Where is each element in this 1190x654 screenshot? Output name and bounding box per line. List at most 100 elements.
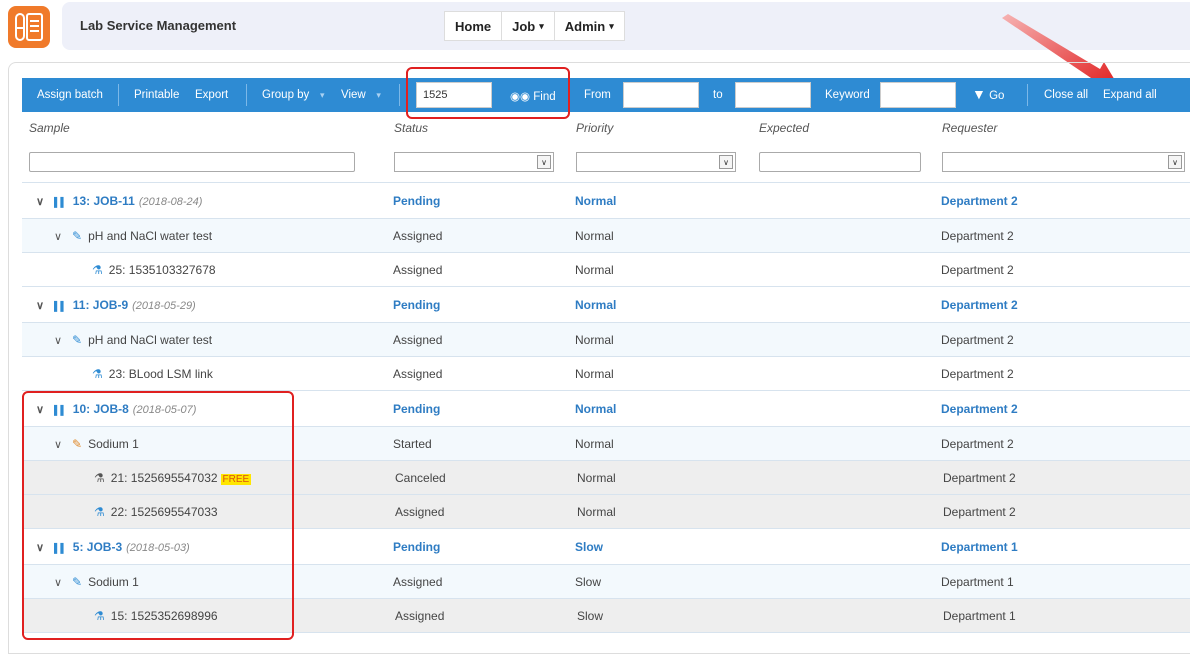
column-header-status[interactable]: Status: [394, 121, 428, 135]
sample-row[interactable]: ⚗ 25: 1535103327678 Assigned Normal Departme…: [22, 253, 1190, 287]
requester-filter-select[interactable]: ∨: [942, 152, 1185, 172]
priority-cell: Normal: [575, 401, 617, 416]
chevron-down-icon: ∨: [1168, 155, 1182, 169]
priority-cell: Normal: [575, 228, 614, 243]
status-cell: Assigned: [393, 332, 443, 347]
status-cell: Assigned: [393, 366, 443, 381]
status-filter-select[interactable]: ∨: [394, 152, 554, 172]
close-all-button[interactable]: Close all: [1044, 89, 1088, 101]
status-cell: Assigned: [393, 262, 443, 277]
job-date: (2018-08-24): [138, 195, 203, 208]
priority-cell: Normal: [575, 193, 617, 208]
requester-cell: Department 2: [943, 504, 1016, 519]
requester-cell: Department 2: [941, 332, 1014, 347]
requester-cell: Department 2: [941, 297, 1018, 312]
chevron-down-icon: ▾: [312, 90, 325, 100]
requester-cell: Department 1: [943, 608, 1016, 623]
test-row[interactable]: ∨ ✎ pH and NaCl water test Assigned Normal De…: [22, 219, 1190, 253]
requester-cell: Department 2: [941, 228, 1014, 243]
column-header-priority[interactable]: Priority: [576, 121, 613, 135]
toolbar-divider: [399, 84, 400, 106]
go-button[interactable]: ▼ Go: [972, 86, 1004, 102]
nav-home-button[interactable]: Home: [444, 11, 503, 41]
status-cell: Pending: [393, 401, 441, 416]
priority-cell: Normal: [575, 332, 614, 347]
priority-cell: Normal: [577, 504, 616, 519]
sample-cell: ∨ ✎ pH and NaCl water test: [54, 333, 212, 347]
export-button[interactable]: Export: [195, 89, 228, 101]
chevron-down-icon: ∨: [719, 155, 733, 169]
status-cell: Pending: [393, 539, 441, 554]
requester-cell: Department 1: [941, 539, 1018, 554]
row-label[interactable]: 13: JOB-11: [73, 194, 135, 208]
view-menu[interactable]: View ▾: [341, 89, 381, 101]
group-by-label: Group by: [262, 89, 310, 101]
nav-home-label: Home: [455, 18, 492, 34]
row-label[interactable]: 11: JOB-9: [73, 298, 128, 312]
status-cell: Assigned: [395, 608, 445, 623]
priority-cell: Slow: [577, 608, 604, 623]
nav-admin-label: Admin: [564, 18, 606, 34]
status-cell: Pending: [393, 193, 441, 208]
nav-admin-menu[interactable]: Admin ▾: [553, 11, 625, 41]
chevron-down-icon[interactable]: ∨: [36, 195, 46, 208]
status-cell: Assigned: [393, 228, 443, 243]
chevron-down-icon: ▾: [539, 20, 544, 31]
chevron-down-icon[interactable]: ∨: [54, 230, 64, 243]
job-row[interactable]: ∨ ▌▌ 11: JOB-9 (2018-05-29) Pending Normal Dep…: [22, 287, 1190, 323]
find-highlight-box: [406, 67, 570, 119]
priority-cell: Normal: [577, 470, 616, 485]
requester-cell: Department 2: [943, 470, 1016, 485]
sample-cell: ⚗ 23: BLood LSM link: [92, 367, 213, 381]
flask-icon: ⚗: [92, 262, 103, 277]
priority-filter-select[interactable]: ∨: [576, 152, 736, 172]
to-label: to: [713, 89, 723, 101]
chevron-down-icon: ▾: [368, 90, 381, 100]
chevron-down-icon[interactable]: ∨: [54, 334, 64, 347]
view-label: View: [341, 89, 366, 101]
nav-job-menu[interactable]: Job ▾: [501, 11, 555, 41]
printable-button[interactable]: Printable: [134, 89, 179, 101]
flask-icon: ⚗: [92, 366, 103, 381]
status-cell: Assigned: [393, 574, 443, 589]
priority-cell: Normal: [575, 366, 614, 381]
column-header-expected[interactable]: Expected: [759, 121, 809, 135]
sample-cell: ∨ ✎ pH and NaCl water test: [54, 229, 212, 243]
chevron-down-icon[interactable]: ∨: [36, 299, 46, 312]
sample-filter-input[interactable]: [29, 152, 355, 172]
chevron-down-icon: ▾: [609, 20, 614, 31]
status-cell: Started: [393, 436, 432, 451]
column-header-requester[interactable]: Requester: [942, 121, 997, 135]
keyword-label: Keyword: [825, 89, 870, 101]
pipette-icon: ✎: [72, 332, 83, 347]
from-date-input[interactable]: [623, 82, 699, 108]
from-label: From: [584, 89, 611, 101]
lab-flask-icon: [15, 13, 43, 41]
priority-cell: Slow: [575, 574, 602, 589]
priority-cell: Normal: [575, 436, 614, 451]
toolbar-divider: [1027, 84, 1028, 106]
to-date-input[interactable]: [735, 82, 811, 108]
main-nav: Home Job ▾ Admin ▾: [444, 11, 625, 41]
job-date: (2018-05-29): [132, 299, 196, 312]
app-logo[interactable]: [8, 6, 50, 48]
sample-row[interactable]: ⚗ 23: BLood LSM link Assigned Normal Departm…: [22, 357, 1190, 391]
expected-filter-input[interactable]: [759, 152, 921, 172]
group-by-menu[interactable]: Group by ▾: [262, 89, 325, 101]
job-row[interactable]: ∨ ▌▌ 13: JOB-11 (2018-08-24) Pending Normal De…: [22, 183, 1190, 219]
expand-all-button[interactable]: Expand all: [1103, 89, 1157, 101]
requester-cell: Department 1: [941, 574, 1014, 589]
column-header-sample[interactable]: Sample: [29, 121, 70, 135]
nav-job-label: Job: [512, 18, 536, 34]
requester-cell: Department 2: [941, 366, 1014, 381]
row-label: 23: BLood LSM link: [108, 366, 213, 381]
pause-icon: ▌▌: [54, 300, 67, 311]
status-cell: Pending: [393, 297, 441, 312]
filter-icon: ▼: [972, 86, 986, 102]
test-row[interactable]: ∨ ✎ pH and NaCl water test Assigned Normal De…: [22, 323, 1190, 357]
assign-batch-button[interactable]: Assign batch: [37, 89, 103, 101]
go-label: Go: [989, 90, 1005, 102]
row-label: pH and NaCl water test: [88, 228, 213, 243]
keyword-input[interactable]: [880, 82, 956, 108]
requester-cell: Department 2: [941, 262, 1014, 277]
